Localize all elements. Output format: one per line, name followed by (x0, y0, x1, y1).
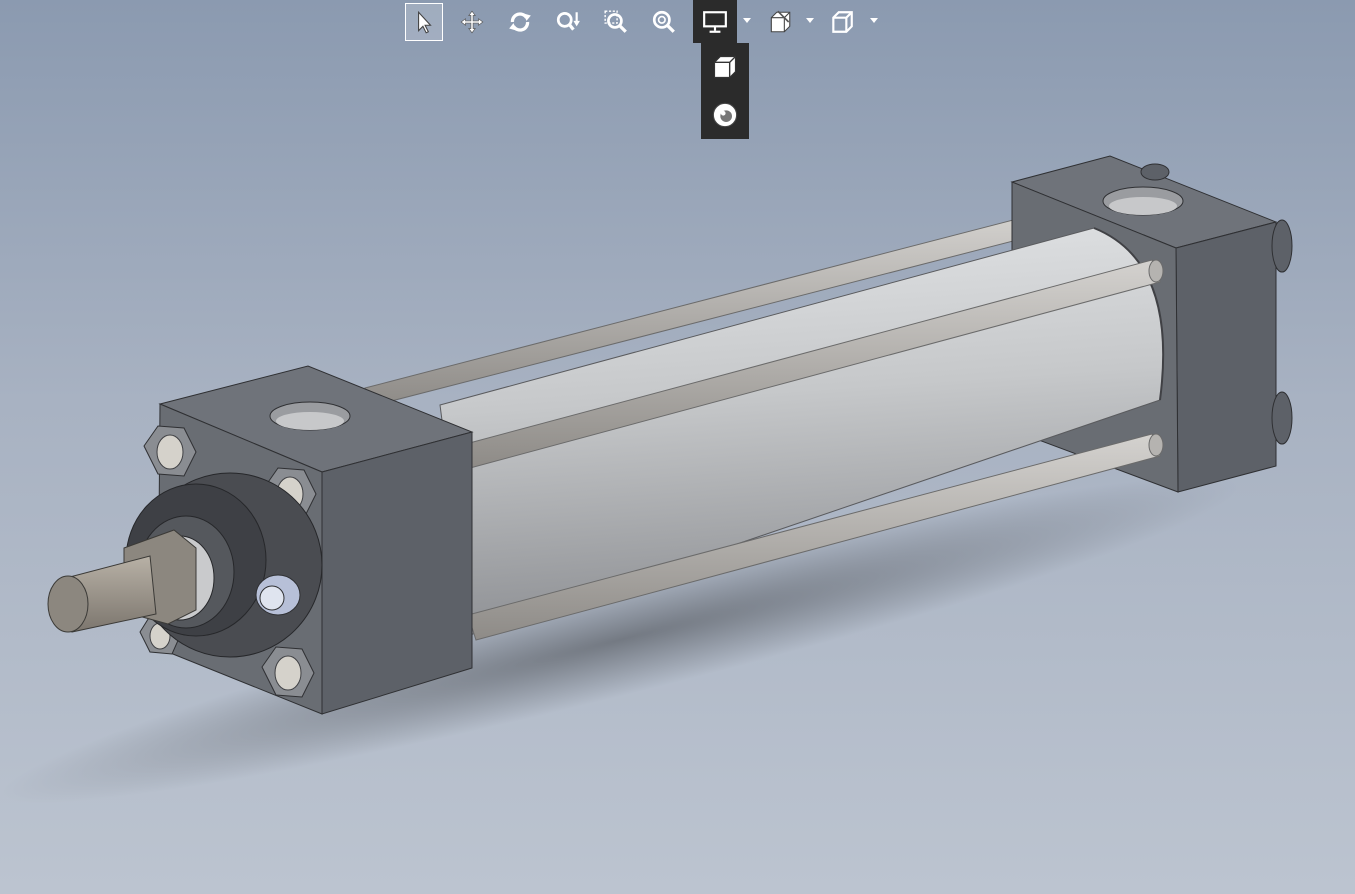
pan-icon (460, 10, 484, 34)
rotate-icon (509, 12, 531, 32)
chevron-down-icon (806, 18, 814, 23)
3d-viewport[interactable] (0, 0, 1355, 894)
chevron-down-icon (743, 18, 751, 23)
display-style-flyout (701, 43, 749, 139)
shaded-cube-icon (713, 55, 737, 79)
display-style-icon (703, 10, 727, 33)
cylinder-model[interactable] (0, 0, 1355, 894)
zoom-to-fit-button[interactable] (646, 4, 682, 40)
piston-rod (47, 529, 197, 633)
select-button[interactable] (405, 3, 443, 41)
appearance-button[interactable] (707, 97, 743, 133)
select-icon (418, 10, 432, 34)
view-toolbar (400, 0, 890, 46)
section-view-button[interactable] (762, 4, 798, 40)
zoom-to-area-button[interactable] (598, 4, 634, 40)
zoom-in-out-button[interactable] (550, 4, 586, 40)
zoom-to-fit-icon (652, 10, 675, 33)
zoom-in-out-icon (556, 11, 580, 31)
view-orientation-dropdown[interactable] (868, 10, 880, 32)
chevron-down-icon (870, 18, 878, 23)
pan-button[interactable] (454, 4, 490, 40)
section-view-icon (770, 10, 791, 33)
section-view-dropdown[interactable] (804, 10, 816, 32)
rotate-button[interactable] (502, 4, 538, 40)
appearance-sphere-icon (712, 102, 738, 128)
view-orientation-button[interactable] (824, 4, 860, 40)
zoom-to-area-icon (604, 10, 627, 33)
view-orientation-icon (832, 11, 853, 33)
display-style-dropdown[interactable] (741, 10, 753, 32)
display-style-button[interactable] (693, 0, 737, 43)
shaded-button[interactable] (707, 49, 743, 85)
